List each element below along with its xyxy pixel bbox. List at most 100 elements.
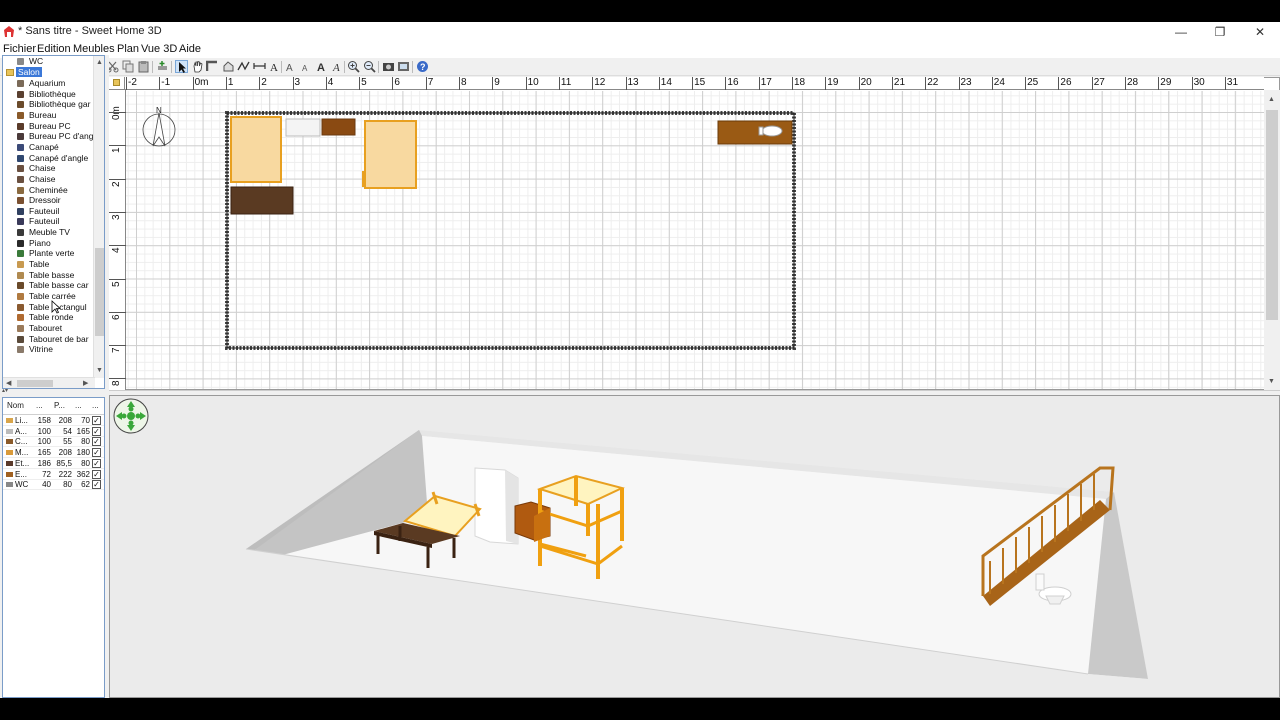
visible-checkbox[interactable]: ✓ [92,458,101,468]
compass-icon[interactable] [142,112,176,147]
menu-edition[interactable]: Edition [37,43,71,55]
column-header[interactable]: ... [36,401,43,410]
visible-checkbox[interactable]: ✓ [92,416,101,425]
catalog-item[interactable]: Piano [3,238,95,249]
furniture-list-table[interactable]: Nom ... P... ... ... Li... 158 208 70 ✓ A... 1… [2,397,105,698]
minimize-button[interactable]: — [1161,22,1201,42]
chest-of-drawers[interactable] [321,118,356,136]
catalog-item[interactable]: Table ronde [3,312,95,323]
3d-navigation-arrows[interactable] [113,398,149,434]
catalog-item[interactable]: Fauteuil [3,206,95,217]
catalog-item[interactable]: Tabouret de bar [3,334,95,345]
table-row[interactable]: C... 100 55 80 ✓ [3,436,104,448]
table-row[interactable]: M... 165 208 180 ✓ [3,447,104,459]
photo-icon[interactable] [382,60,395,73]
table-row[interactable]: E... 72 222 362 ✓ [3,469,104,480]
catalog-item[interactable]: Bibliothèque gar [3,99,95,110]
table-row[interactable]: Et... 186 85,5 80 ✓ [3,458,104,469]
create-walls-icon[interactable] [206,60,219,73]
catalog-item[interactable]: Canapé [3,142,95,153]
catalog-item[interactable]: Fauteuil [3,216,95,227]
3d-view[interactable] [109,395,1280,698]
select-icon[interactable] [175,60,188,73]
scrollbar-thumb[interactable] [95,248,104,336]
plan-vertical-scrollbar[interactable]: ▲ ▼ [1264,90,1280,390]
scrollbar-thumb[interactable] [1266,110,1278,320]
menu-aide[interactable]: Aide [179,43,201,55]
menu-meubles[interactable]: Meubles [73,43,115,55]
add-furniture-icon[interactable] [156,60,169,73]
catalog-category-salon[interactable]: Salon [3,67,95,78]
column-header[interactable]: ... [75,401,82,410]
column-header[interactable]: ... [92,401,99,410]
wardrobe[interactable] [285,118,321,137]
bunk-bed[interactable] [364,120,417,189]
help-icon[interactable]: ? [416,60,429,73]
menu-vue3d[interactable]: Vue 3D [141,43,177,55]
scroll-down-icon[interactable]: ▼ [96,366,103,375]
decrease-text-icon[interactable]: A [300,60,313,73]
catalog-item[interactable]: Bibliothèque [3,89,95,100]
maximize-button[interactable]: ❐ [1200,22,1240,42]
catalog-item[interactable]: Aquarium [3,78,95,89]
catalog-item[interactable]: Table basse [3,270,95,281]
copy-icon[interactable] [122,60,135,73]
plan-drawing[interactable]: N [126,91,1264,389]
catalog-vertical-scrollbar[interactable]: ▲ ▼ [93,56,104,378]
table-row[interactable]: A... 100 54 165 ✓ [3,426,104,437]
menu-fichier[interactable]: Fichier [3,43,36,55]
bed[interactable] [230,116,282,183]
scroll-right-icon[interactable]: ▶ [83,379,88,388]
table-row[interactable]: WC 40 80 62 ✓ [3,479,104,491]
visible-checkbox[interactable]: ✓ [92,437,101,447]
catalog-item[interactable]: Tabouret [3,323,95,334]
wc-toilet[interactable] [761,125,783,137]
catalog-item[interactable]: Vitrine [3,344,95,355]
visible-checkbox[interactable]: ✓ [92,469,101,479]
coffee-table[interactable] [230,186,294,215]
catalog-item[interactable]: Bureau PC [3,121,95,132]
visible-checkbox[interactable]: ✓ [92,448,101,458]
collapse-icon[interactable]: ▴▾ [2,387,8,396]
italic-icon[interactable]: A [331,60,344,73]
wall-outline[interactable] [225,111,796,350]
scrollbar-thumb[interactable] [17,380,53,387]
catalog-item[interactable]: Canapé d'angle [3,153,95,164]
video-icon[interactable] [397,60,410,73]
3d-scene[interactable] [110,396,1280,698]
catalog-item[interactable]: Bureau [3,110,95,121]
visible-checkbox[interactable]: ✓ [92,426,101,436]
create-rooms-icon[interactable] [222,60,235,73]
column-header-name[interactable]: Nom [7,401,24,410]
bold-icon[interactable]: A [315,60,328,73]
paste-icon[interactable] [137,60,150,73]
add-text-icon[interactable]: A [268,60,281,73]
column-header[interactable]: P... [54,401,65,410]
plan-grid[interactable]: N [126,91,1264,389]
catalog-horizontal-scrollbar[interactable]: ◀ ▶ [3,377,95,388]
catalog-item[interactable]: Meuble TV [3,227,95,238]
increase-text-icon[interactable]: A [285,60,298,73]
catalog-item[interactable]: Chaise [3,174,95,185]
catalog-item[interactable]: Table basse car [3,280,95,291]
catalog-item[interactable]: Dressoir [3,195,95,206]
catalog-item[interactable]: Cheminée [3,185,95,196]
close-button[interactable]: ✕ [1240,22,1280,42]
scroll-up-icon[interactable]: ▲ [96,58,103,67]
catalog-item[interactable]: Table carrée [3,291,95,302]
scroll-down-icon[interactable]: ▼ [1268,377,1275,386]
create-dimensions-icon[interactable] [253,60,266,73]
furniture-catalog-tree[interactable]: WC Salon Aquarium Bibliothèque Bibliothèqu… [2,55,105,389]
create-polylines-icon[interactable] [237,60,250,73]
visible-checkbox[interactable]: ✓ [92,480,101,490]
left-pane-splitter[interactable]: ▴▾ [0,387,106,396]
catalog-item[interactable]: Chaise [3,163,95,174]
catalog-item[interactable]: Plante verte [3,248,95,259]
zoom-out-icon[interactable] [363,60,376,73]
catalog-item[interactable]: WC [3,56,95,67]
catalog-item[interactable]: Table [3,259,95,270]
zoom-in-icon[interactable] [347,60,360,73]
catalog-item[interactable]: Bureau PC d'ang [3,131,95,142]
pan-icon[interactable] [191,60,204,73]
catalog-item[interactable]: Table rectangul [3,302,95,313]
